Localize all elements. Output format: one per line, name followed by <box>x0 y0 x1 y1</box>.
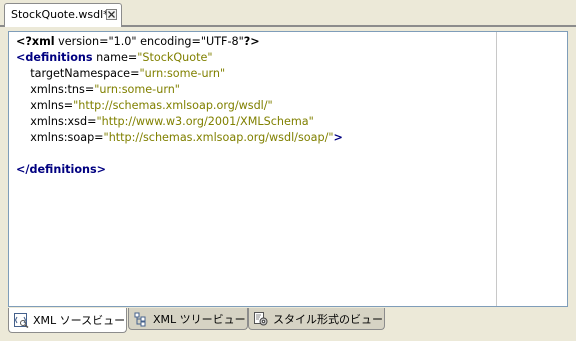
attribute-value: "StockQuote" <box>137 51 213 64</box>
attribute-name: xmlns:xsd= <box>16 115 97 128</box>
attribute-name: name= <box>92 51 138 64</box>
attribute-value: "1.0" <box>108 35 137 48</box>
code-line: <?xml version="1.0" encoding="UTF-8"?> <box>16 34 343 50</box>
xml-declaration-open: <?xml <box>16 35 55 48</box>
code-line: xmlns:xsd="http://www.w3.org/2001/XMLSch… <box>16 114 343 130</box>
close-icon[interactable] <box>106 9 117 20</box>
tab-xml-source-view[interactable]: XML ソースビュー <box>8 308 127 333</box>
attribute-value: "urn:some-urn" <box>139 67 226 80</box>
attribute-name: version= <box>54 35 109 48</box>
xml-source-editor[interactable]: <?xml version="1.0" encoding="UTF-8"?> <d… <box>8 31 568 307</box>
editor-tab-strip: StockQuote.wsdl* <box>0 0 576 27</box>
element-close-tag: </definitions> <box>16 163 107 176</box>
style-view-icon <box>253 311 269 327</box>
code-line: xmlns:tns="urn:some-urn" <box>16 82 343 98</box>
editor-tab-stockquote[interactable]: StockQuote.wsdl* <box>4 3 122 25</box>
code-line: </definitions> <box>16 162 343 178</box>
tag-end: > <box>333 131 343 144</box>
xml-tree-icon <box>133 311 149 327</box>
xml-source-icon <box>13 312 29 329</box>
attribute-name: xmlns:soap= <box>16 131 104 144</box>
tab-label: XML ツリービュー <box>153 312 246 326</box>
tab-xml-tree-view[interactable]: XML ツリービュー <box>128 308 248 330</box>
attribute-name: targetNamespace= <box>16 67 140 80</box>
code-line: xmlns:soap="http://schemas.xmlsoap.org/w… <box>16 130 343 146</box>
editor-tab-label: StockQuote.wsdl* <box>11 8 109 21</box>
code-line: targetNamespace="urn:some-urn" <box>16 66 343 82</box>
attribute-value: "http://schemas.xmlsoap.org/wsdl/" <box>73 99 273 112</box>
attribute-value: "http://schemas.xmlsoap.org/wsdl/soap/" <box>103 131 334 144</box>
element-tag: <definitions <box>16 51 93 64</box>
tab-label: スタイル形式のビュー <box>273 312 383 326</box>
code-line: <definitions name="StockQuote" <box>16 50 343 66</box>
right-margin-line <box>496 32 497 306</box>
wsdl-editor-window: StockQuote.wsdl* <?xml version="1.0" enc… <box>0 0 576 341</box>
xml-declaration-close: ?> <box>243 35 260 48</box>
attribute-name: encoding= <box>136 35 201 48</box>
attribute-value: "UTF-8" <box>200 35 244 48</box>
tab-style-view[interactable]: スタイル形式のビュー <box>248 308 385 330</box>
code-line: xmlns="http://schemas.xmlsoap.org/wsdl/" <box>16 98 343 114</box>
attribute-name: xmlns= <box>16 99 74 112</box>
tab-label: XML ソースビュー <box>33 314 126 327</box>
attribute-value: "http://www.w3.org/2001/XMLSchema" <box>96 115 314 128</box>
view-tabs: XML ソースビュー XML ツリービュー スタイル形式のビュー <box>8 308 568 334</box>
tab-strip-border <box>0 25 576 27</box>
attribute-name: xmlns:tns= <box>16 83 95 96</box>
attribute-value: "urn:some-urn" <box>94 83 180 96</box>
code-area[interactable]: <?xml version="1.0" encoding="UTF-8"?> <d… <box>16 34 343 178</box>
